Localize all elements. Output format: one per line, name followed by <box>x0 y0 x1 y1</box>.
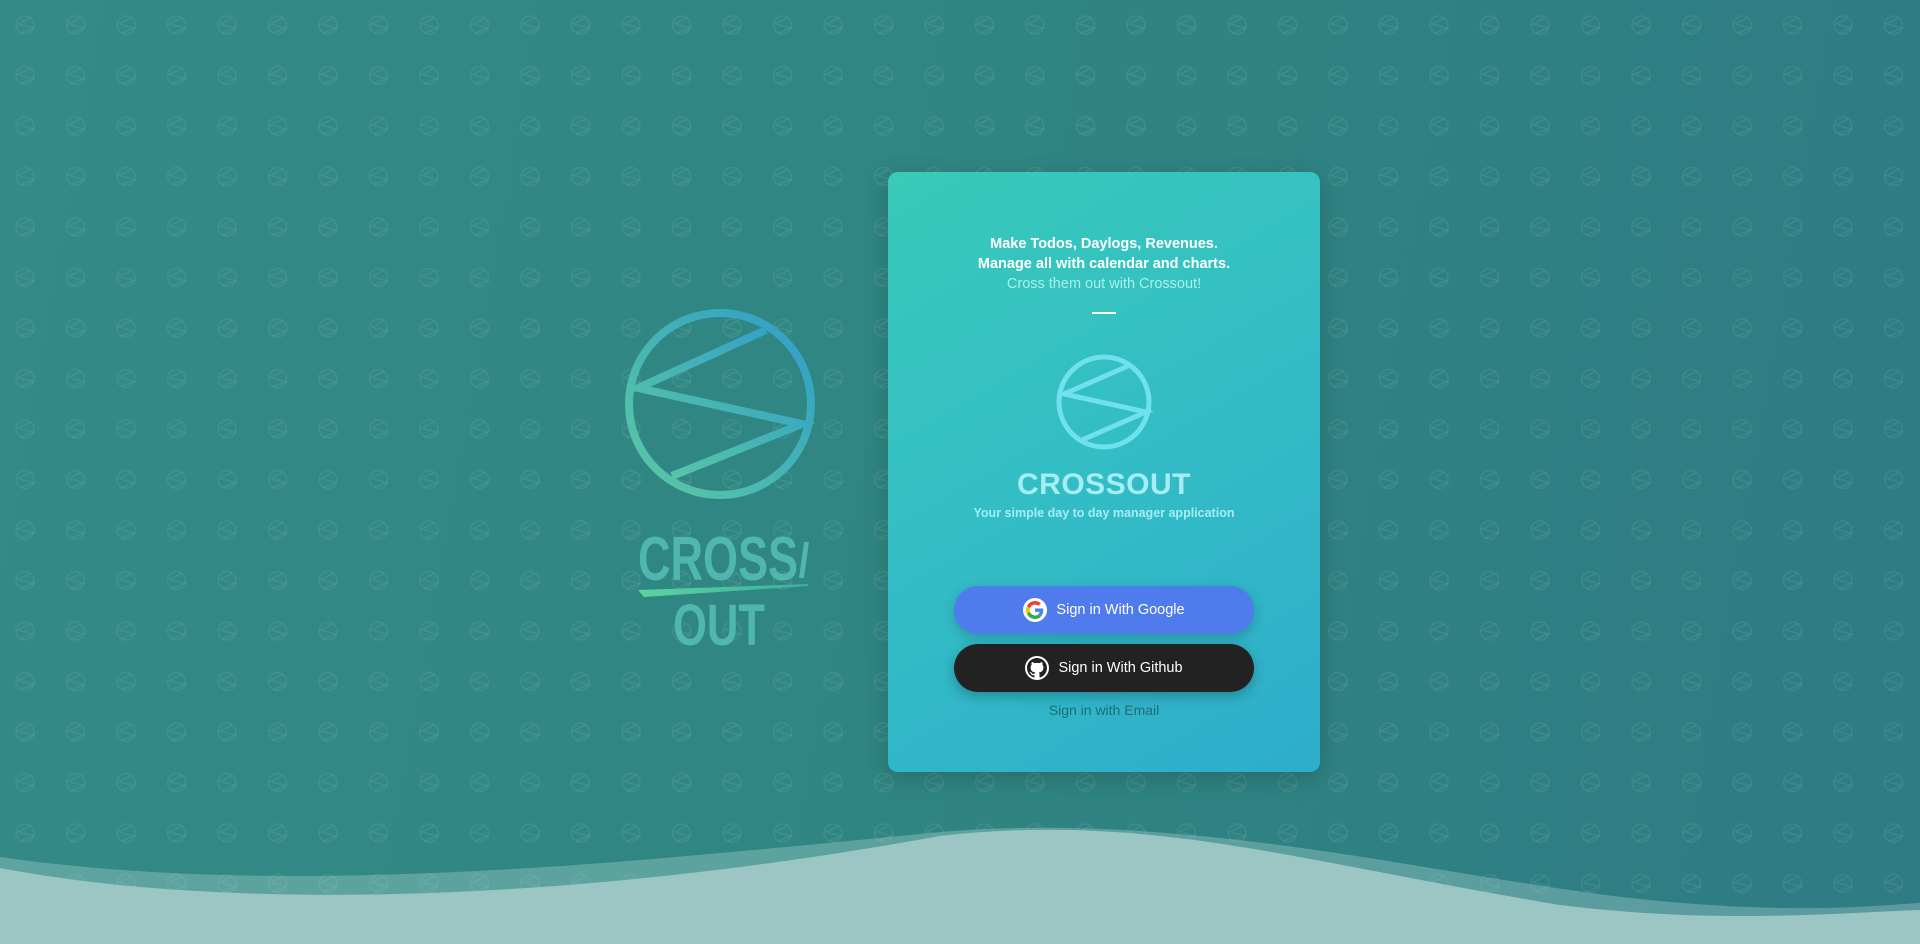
github-icon <box>1025 656 1050 680</box>
sign-in-github-button[interactable]: Sign in With Github <box>954 644 1254 692</box>
github-button-label: Sign in With Github <box>1058 660 1183 676</box>
google-button-label: Sign in With Google <box>1056 602 1185 618</box>
crossout-logo-icon: CROSS OUT <box>625 309 816 652</box>
google-icon <box>1023 598 1048 622</box>
login-card: Make Todos, Daylogs, Revenues. Manage al… <box>888 172 1320 772</box>
crossout-logo-icon <box>1055 354 1154 450</box>
app-name: CROSSOUT <box>1016 468 1191 501</box>
divider <box>1092 312 1116 314</box>
app-subtitle: Your simple day to day manager applicati… <box>973 506 1235 520</box>
tagline-line-2: Manage all with calendar and charts. <box>977 256 1231 272</box>
sign-in-google-button[interactable]: Sign in With Google <box>954 586 1254 634</box>
tagline-line-1: Make Todos, Daylogs, Revenues. <box>990 236 1218 252</box>
sign-in-email-link[interactable]: Sign in with Email <box>888 702 1320 718</box>
tagline-line-3: Cross them out with Crossout! <box>1006 276 1202 292</box>
login-page: CROSS OUT Make Todos, Daylogs, Revenues.… <box>0 0 1920 944</box>
logo-wordmark-cross: CROSS <box>638 525 798 594</box>
logo-wordmark-out: OUT <box>673 593 765 652</box>
